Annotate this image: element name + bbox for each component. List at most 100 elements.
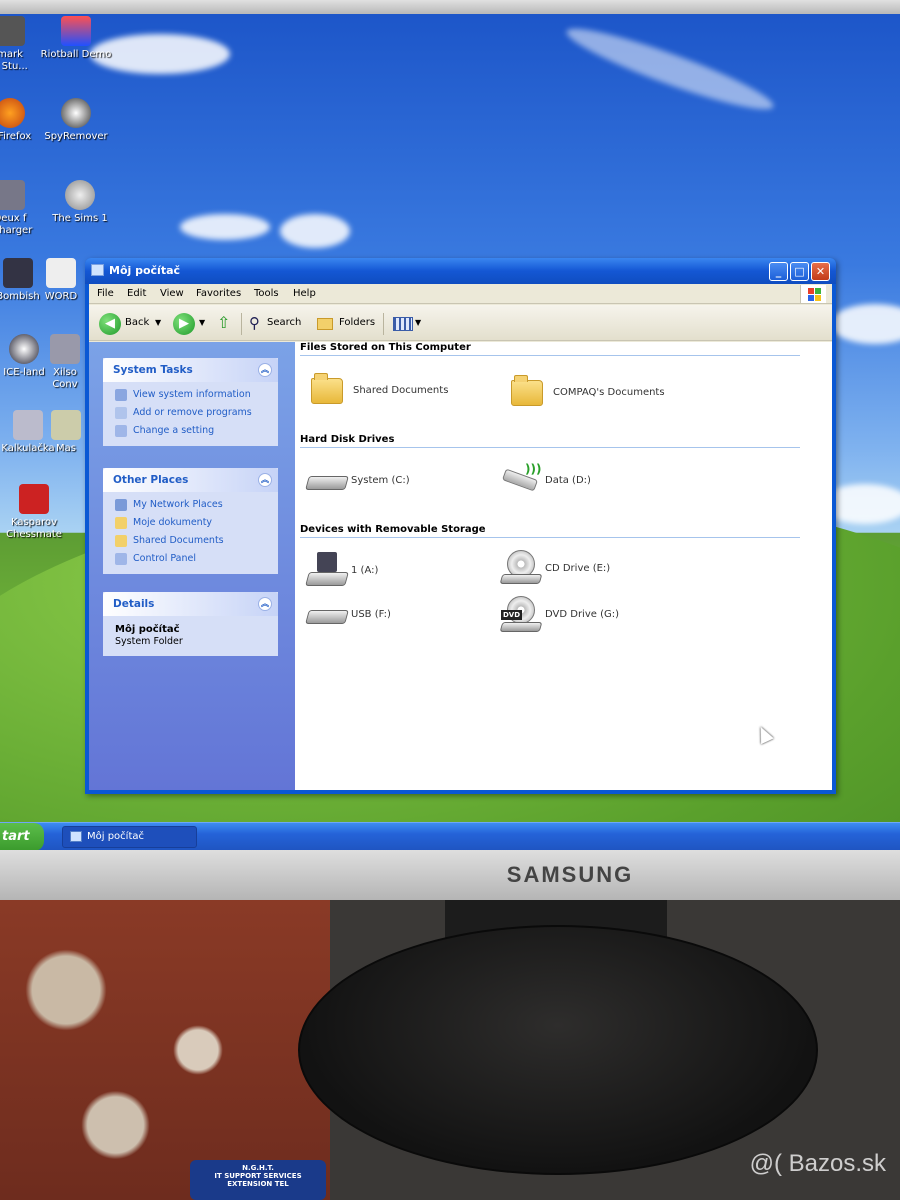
group-header: Hard Disk Drives [300,434,800,448]
desktop-icon[interactable]: The Sims 1 [40,180,120,225]
search-button[interactable]: Search [267,312,301,334]
content-area: Files Stored on This Computer Shared Doc… [295,342,832,790]
menu-view[interactable]: View [160,288,184,299]
place-documents[interactable]: Moje dokumenty [103,514,278,532]
cd-drive-icon [499,574,543,584]
menu-file[interactable]: File [97,288,114,299]
task-change-setting[interactable]: Change a setting [103,422,278,440]
desktop-icon[interactable]: WORD [36,258,86,303]
desktop-icon-label: mark g Stu... [0,49,28,72]
menu-tools[interactable]: Tools [254,288,279,299]
folders-icon [317,318,333,330]
desktop-icon[interactable]: SpyRemover [36,98,116,143]
forward-dropdown-icon[interactable]: ▼ [199,312,205,334]
back-arrow-icon[interactable]: ◀ [99,313,121,335]
start-button[interactable]: tart [0,823,44,850]
monitor-brand: SAMSUNG [506,862,634,887]
item-label: 1 (A:) [351,565,379,576]
place-label: Shared Documents [133,535,224,546]
floppy-drive-icon [305,572,349,586]
explorer-window: Môj počítač _ □ ✕ File Edit View Favorit… [85,258,836,794]
menu-bar: File Edit View Favorites Tools Help [89,284,832,304]
place-shared-documents[interactable]: Shared Documents [103,532,278,550]
monitor: mark g Stu... Riotball Demo a Firefox Sp… [0,0,900,900]
desktop-icon-label: Kasparov Chessmate [6,517,62,540]
programs-icon [115,407,127,419]
collapse-icon[interactable]: ︽ [258,473,272,487]
back-button[interactable]: Back [125,312,149,334]
monitor-stand-base [298,925,818,1175]
panel-title: Other Places [113,474,189,486]
item-label: COMPAQ's Documents [553,387,665,398]
system-tasks-panel: System Tasks ︽ View system information Ad… [103,358,278,446]
panel-title: System Tasks [113,364,193,376]
close-button[interactable]: ✕ [811,262,830,281]
bomb-icon [3,258,33,288]
minimize-button[interactable]: _ [769,262,788,281]
toolbar-separator [241,313,242,335]
desktop-icon[interactable]: Kasparov Chessmate [0,484,74,541]
details-panel: Details ︽ Môj počítač System Folder [103,592,278,656]
desktop-icon[interactable]: Xilso Conv [40,334,90,391]
document-icon [46,258,76,288]
collapse-icon[interactable]: ︽ [258,363,272,377]
collapse-icon[interactable]: ︽ [258,597,272,611]
item-label: DVD Drive (G:) [545,609,620,620]
task-view-system-info[interactable]: View system information [103,386,278,404]
taskbar-item-my-computer[interactable]: Môj počítač [62,826,197,848]
maximize-button[interactable]: □ [790,262,809,281]
views-dropdown-icon[interactable]: ▼ [415,312,421,334]
desktop-icon-label: Xilso Conv [52,367,78,390]
menu-edit[interactable]: Edit [127,288,146,299]
calculator-icon [13,410,43,440]
hard-drive-icon [305,476,349,490]
desktop: mark g Stu... Riotball Demo a Firefox Sp… [0,14,900,850]
folder-icon [511,375,543,406]
group-header: Files Stored on This Computer [300,342,800,356]
panel-title: Details [113,598,155,610]
item-label: Data (D:) [545,475,591,486]
desktop-icon-label: WORD [44,291,78,302]
floppy-icon [317,552,337,572]
task-label: Add or remove programs [133,407,252,418]
place-control-panel[interactable]: Control Panel [103,550,278,568]
other-places-header[interactable]: Other Places ︽ [103,468,278,492]
item-label: CD Drive (E:) [545,563,611,574]
cloud [830,304,900,344]
penguin-icon [9,334,39,364]
usb-drive-icon [305,610,349,624]
toolbar: ◀ Back ▼ ▶ ▼ ⇧ ⚲ Search Folders ▼ [89,305,832,341]
dvd-label-icon: DVD [501,610,523,620]
menu-favorites[interactable]: Favorites [196,288,241,299]
item-label: USB (F:) [351,609,391,620]
desktop-icon[interactable]: Mas [46,410,86,455]
task-add-remove-programs[interactable]: Add or remove programs [103,404,278,422]
forward-arrow-icon[interactable]: ▶ [173,313,195,335]
title-bar[interactable]: Môj počítač _ □ ✕ [85,258,836,284]
desktop-icon-label: SpyRemover [44,131,108,142]
toolbar-separator [383,313,384,335]
control-panel-icon [115,425,127,437]
item-label: System (C:) [351,475,410,486]
desktop-icon-label: The Sims 1 [52,213,108,224]
folder-icon [115,535,127,547]
place-network[interactable]: My Network Places [103,496,278,514]
details-header[interactable]: Details ︽ [103,592,278,616]
spyremover-icon [61,98,91,128]
folder-icon [311,373,343,404]
back-dropdown-icon[interactable]: ▼ [155,312,161,334]
windows-logo-icon [800,285,826,303]
menu-help[interactable]: Help [293,288,316,299]
views-icon[interactable] [393,317,413,331]
up-folder-icon[interactable]: ⇧ [217,312,230,334]
system-tasks-header[interactable]: System Tasks ︽ [103,358,278,382]
system-info-icon [115,389,127,401]
task-label: View system information [133,389,251,400]
desktop-icon-label: a Firefox [0,131,32,142]
signal-icon: ))) [525,462,542,476]
details-type: System Folder [115,636,183,647]
peeling-paint-area [0,900,330,1200]
folders-button[interactable]: Folders [339,312,375,334]
desktop-icon[interactable]: Riotball Demo [36,16,116,61]
place-label: Moje dokumenty [133,517,213,528]
